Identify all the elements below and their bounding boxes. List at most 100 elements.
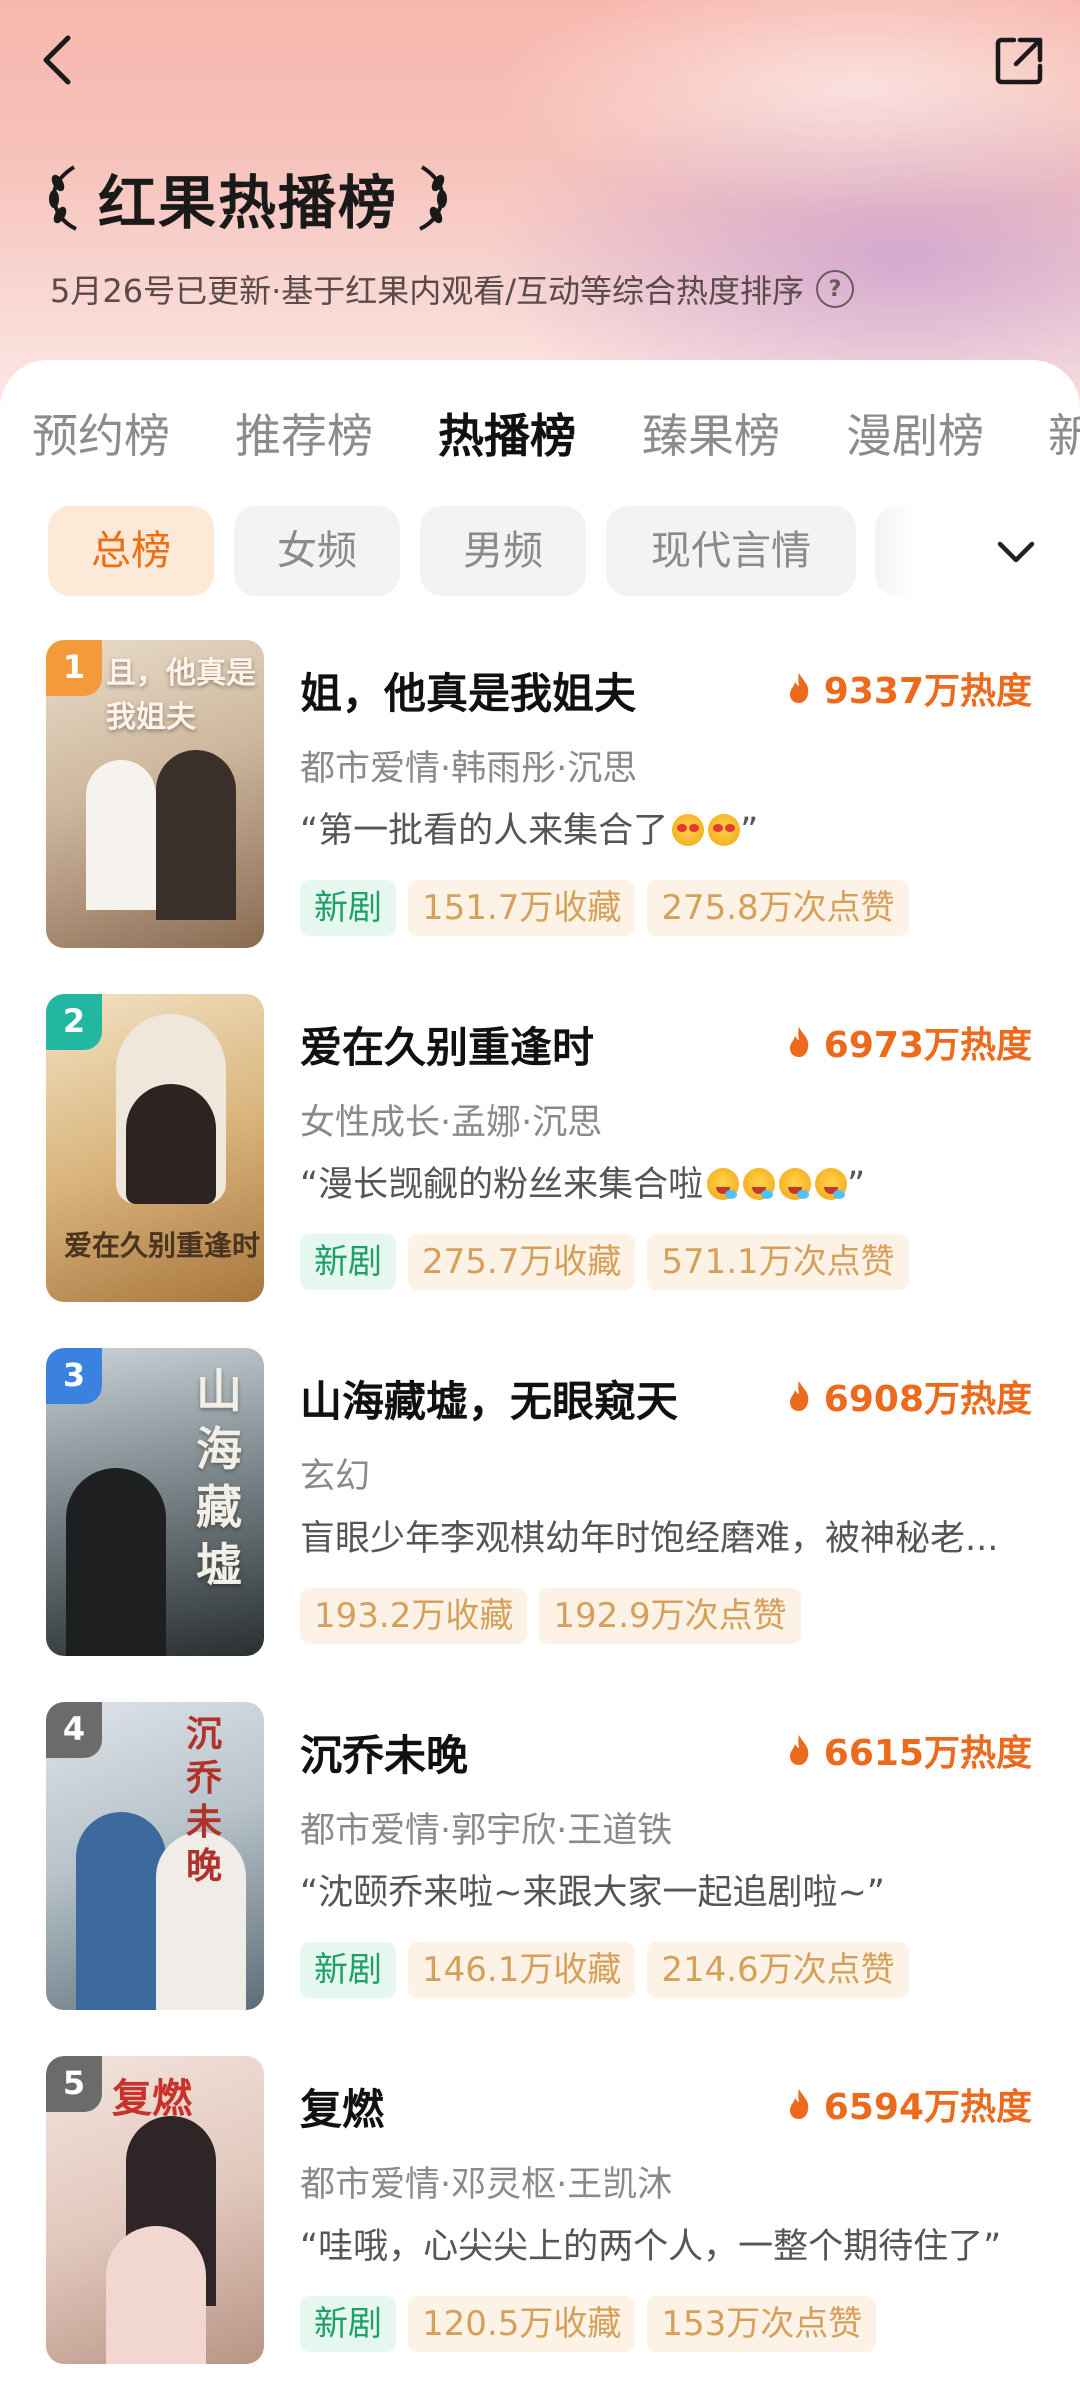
poster-figure (86, 760, 156, 910)
likes-count: 153万次点赞 (647, 2296, 877, 2352)
heat-score: 6908万热度 (786, 1370, 1032, 1422)
drama-poster[interactable]: 爱在久别重逢时 2 (46, 994, 264, 1302)
heat-value: 6615万热度 (823, 1733, 1032, 1774)
tab-manju[interactable]: 漫剧榜 (846, 396, 984, 476)
page-title-block: 红果热播榜 (46, 158, 450, 238)
laurel-right-icon (419, 165, 448, 231)
subtitle-text: 5月26号已更新·基于红果内观看/互动等综合热度排序 (50, 272, 805, 310)
poster-figure (76, 1812, 166, 2010)
drama-quote: “漫长觊觎的粉丝来集合啦 ” (300, 1156, 865, 1207)
filter-female[interactable]: 女频 (234, 506, 400, 596)
rank-badge: 1 (46, 640, 102, 696)
drama-poster[interactable]: 且，他真是我姐夫 1 (46, 640, 264, 948)
heat-score: 6973万热度 (786, 1016, 1032, 1068)
quote-text: “第一批看的人来集合了 (300, 811, 669, 851)
header-banner: 红果热播榜 5月26号已更新·基于红果内观看/互动等综合热度排序 ? (0, 0, 1080, 420)
rank-badge: 2 (46, 994, 102, 1050)
tab-more[interactable]: 新 (1048, 396, 1080, 476)
heart-eyes-emoji (708, 814, 741, 846)
drama-meta: 都市爱情·郭宇欣·王道铁 (300, 1811, 673, 1851)
rank-badge: 3 (46, 1348, 102, 1404)
tab-yuyue[interactable]: 预约榜 (32, 396, 170, 476)
tab-rebo[interactable]: 热播榜 (438, 396, 576, 476)
favorites-count: 120.5万收藏 (408, 2296, 636, 2352)
drama-quote: “第一批看的人来集合了 ” (300, 802, 758, 853)
drama-quote: “哇哦，心尖尖上的两个人，一整个期待住了” (300, 2218, 1001, 2269)
heart-eyes-emoji (672, 814, 705, 846)
new-badge: 新剧 (300, 880, 396, 936)
poster-figure (156, 750, 236, 920)
tab-zhenguo[interactable]: 臻果榜 (642, 396, 780, 476)
poster-title: 且，他真是我姐夫 (106, 656, 256, 735)
chevron-down-icon[interactable] (990, 526, 1042, 578)
list-item[interactable]: 爱在久别重逢时 2 爱在久别重逢时 6973万热度 女性成长·孟娜·沉思 “漫长… (0, 994, 1080, 1304)
drama-title[interactable]: 复燃 (300, 2076, 384, 2137)
flame-icon (789, 1027, 809, 1057)
drama-tags: 新剧 151.7万收藏 275.8万次点赞 (300, 880, 921, 938)
new-badge: 新剧 (300, 1942, 396, 1998)
filter-modern-romance[interactable]: 现代言情 (606, 506, 856, 596)
likes-count: 192.9万次点赞 (539, 1588, 801, 1644)
drama-poster[interactable]: 复燃 5 (46, 2056, 264, 2364)
poster-figure (66, 1468, 166, 1656)
drama-tags: 新剧 146.1万收藏 214.6万次点赞 (300, 1942, 921, 2000)
rank-badge: 5 (46, 2056, 102, 2112)
filter-all[interactable]: 总榜 (48, 506, 214, 596)
list-item[interactable]: 沉乔未晚 4 沉乔未晚 6615万热度 都市爱情·郭宇欣·王道铁 “沈颐乔来啦~… (0, 1702, 1080, 2012)
poster-figure (126, 1084, 216, 1204)
flame-icon (789, 2089, 809, 2119)
help-icon[interactable]: ? (816, 270, 855, 308)
list-item[interactable]: 山海藏墟 3 山海藏墟，无眼窥天 6908万热度 玄幻 盲眼少年李观棋幼年时饱经… (0, 1348, 1080, 1658)
quote-close: ” (847, 1165, 866, 1205)
drooling-emoji (707, 1168, 740, 1200)
favorites-count: 146.1万收藏 (408, 1942, 636, 1998)
favorites-count: 193.2万收藏 (300, 1588, 528, 1644)
drama-title[interactable]: 姐，他真是我姐夫 (300, 660, 636, 721)
page-title: 红果热播榜 (98, 169, 399, 237)
flame-icon (789, 1381, 809, 1411)
flame-icon (789, 1735, 809, 1765)
list-item[interactable]: 复燃 5 复燃 6594万热度 都市爱情·邓灵枢·王凯沐 “哇哦，心尖尖上的两个… (0, 2056, 1080, 2366)
poster-title: 沉乔未晚 (186, 1713, 223, 1887)
drama-tags: 193.2万收藏 192.9万次点赞 (300, 1588, 813, 1646)
drooling-emoji (743, 1168, 776, 1200)
flame-icon (789, 673, 809, 703)
poster-title: 复燃 (112, 2075, 192, 2122)
drama-title[interactable]: 沉乔未晚 (300, 1722, 468, 1783)
filter-male[interactable]: 男频 (420, 506, 586, 596)
poster-figure (106, 2226, 206, 2364)
likes-count: 571.1万次点赞 (647, 1234, 909, 1290)
drama-title[interactable]: 山海藏墟，无眼窥天 (300, 1368, 678, 1429)
back-button[interactable] (30, 30, 90, 90)
heat-value: 6594万热度 (823, 2087, 1032, 2128)
list-item[interactable]: 且，他真是我姐夫 1 姐，他真是我姐夫 9337万热度 都市爱情·韩雨彤·沉思 … (0, 640, 1080, 950)
drooling-emoji (779, 1168, 812, 1200)
drama-tags: 新剧 120.5万收藏 153万次点赞 (300, 2296, 888, 2354)
drama-poster[interactable]: 山海藏墟 3 (46, 1348, 264, 1656)
chevron-left-icon (43, 35, 71, 85)
heat-score: 6615万热度 (786, 1724, 1032, 1776)
favorites-count: 275.7万收藏 (408, 1234, 636, 1290)
heat-value: 9337万热度 (823, 671, 1032, 712)
drama-synopsis: 盲眼少年李观棋幼年时饱经磨难，被神秘老... (300, 1510, 998, 1561)
rank-badge: 4 (46, 1702, 102, 1758)
share-button[interactable] (990, 30, 1050, 90)
heat-score: 9337万热度 (786, 662, 1032, 714)
drama-title[interactable]: 爱在久别重逢时 (300, 1014, 594, 1075)
update-subtitle: 5月26号已更新·基于红果内观看/互动等综合热度排序 ? (50, 266, 855, 312)
heat-value: 6973万热度 (823, 1025, 1032, 1066)
drama-tags: 新剧 275.7万收藏 571.1万次点赞 (300, 1234, 921, 1292)
drama-poster[interactable]: 沉乔未晚 4 (46, 1702, 264, 2010)
likes-count: 275.8万次点赞 (647, 880, 909, 936)
poster-title: 爱在久别重逢时 (64, 1229, 261, 1262)
drama-meta: 都市爱情·韩雨彤·沉思 (300, 749, 638, 789)
filter-overflow-fade (875, 506, 915, 596)
favorites-count: 151.7万收藏 (408, 880, 636, 936)
drama-meta: 玄幻 (300, 1457, 371, 1497)
quote-close: ” (740, 811, 759, 851)
tab-tuijian[interactable]: 推荐榜 (235, 396, 373, 476)
poster-title: 山海藏墟 (196, 1364, 242, 1592)
laurel-left-icon (49, 165, 77, 231)
heat-value: 6908万热度 (823, 1379, 1032, 1420)
new-badge: 新剧 (300, 2296, 396, 2352)
